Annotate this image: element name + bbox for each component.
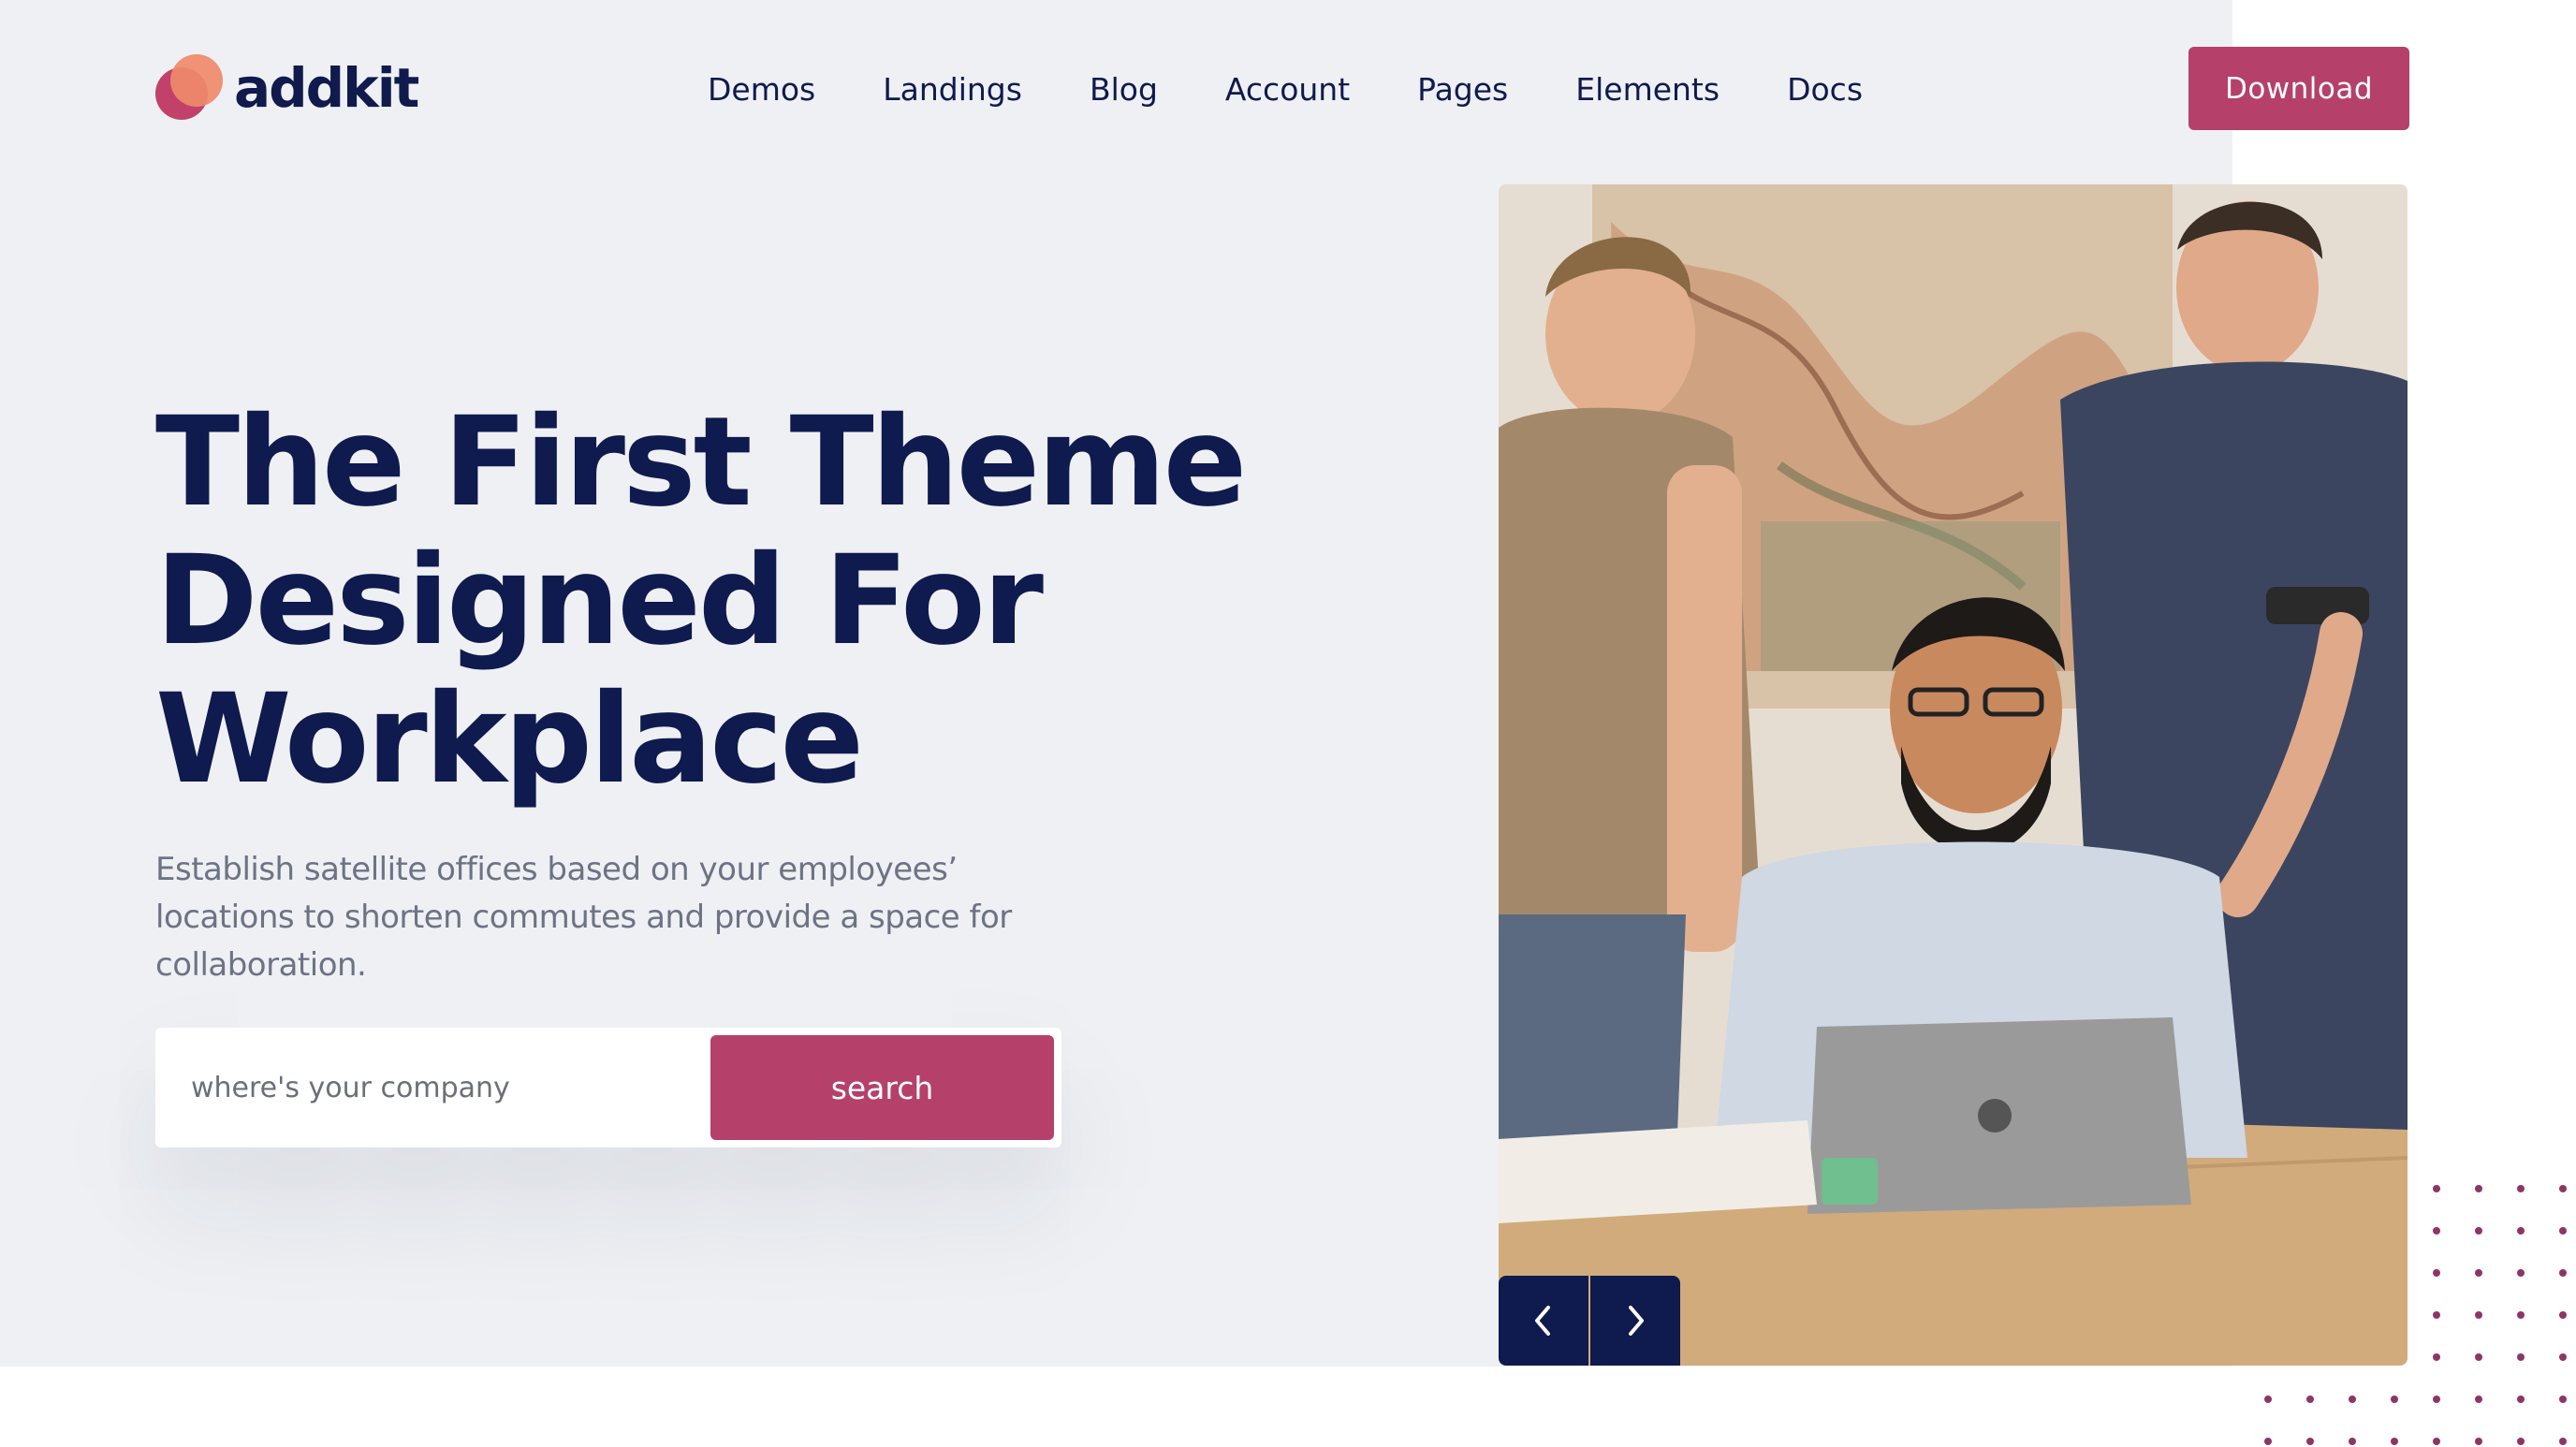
logo-mark-icon	[155, 54, 223, 122]
decorative-dot	[2559, 1311, 2567, 1319]
brand-logo[interactable]: addkit	[155, 54, 419, 122]
decorative-dot	[2559, 1438, 2567, 1445]
decorative-dot	[2306, 1438, 2314, 1445]
nav-item-docs[interactable]: Docs	[1787, 67, 1863, 112]
hero-photo	[1499, 184, 2408, 1366]
decorative-dot	[2559, 1227, 2567, 1235]
decorative-dot	[2433, 1438, 2440, 1445]
main-nav: Demos Landings Blog Account Pages Elemen…	[708, 67, 1863, 112]
decorative-dot	[2517, 1269, 2525, 1277]
decorative-dot	[2517, 1185, 2525, 1192]
carousel-controls	[1499, 1276, 1680, 1366]
decorative-dot	[2433, 1396, 2440, 1403]
decorative-dot	[2517, 1396, 2525, 1403]
hero-subtitle: Establish satellite offices based on you…	[155, 851, 1012, 984]
decorative-dot	[2433, 1311, 2440, 1319]
hero-title-line-3: Workplace	[155, 667, 864, 811]
decorative-dot	[2391, 1396, 2398, 1403]
brand-name: addkit	[234, 56, 419, 120]
decorative-dot	[2559, 1269, 2567, 1277]
nav-item-elements[interactable]: Elements	[1575, 67, 1720, 112]
decorative-dot	[2475, 1438, 2482, 1445]
decorative-dot	[2433, 1353, 2440, 1361]
decorative-dot	[2433, 1227, 2440, 1235]
decorative-dot	[2349, 1396, 2356, 1403]
decorative-dot	[2433, 1185, 2440, 1192]
decorative-dot	[2517, 1227, 2525, 1235]
decorative-dot	[2306, 1396, 2314, 1403]
carousel-prev-button[interactable]	[1499, 1276, 1588, 1366]
nav-item-blog[interactable]: Blog	[1090, 67, 1158, 112]
search-button[interactable]: search	[710, 1035, 1054, 1140]
decorative-dot	[2475, 1396, 2482, 1403]
nav-item-account[interactable]: Account	[1225, 67, 1350, 112]
decorative-dot	[2264, 1396, 2272, 1403]
nav-item-pages[interactable]: Pages	[1417, 67, 1508, 112]
decorative-dot	[2475, 1269, 2482, 1277]
decorative-dot	[2559, 1185, 2567, 1192]
hero-title-line-2: Designed For	[155, 529, 1044, 673]
nav-item-landings[interactable]: Landings	[883, 67, 1022, 112]
decorative-dot	[2264, 1438, 2272, 1445]
hero-title: The First Theme Designed For Workplace	[155, 393, 1279, 809]
decorative-dot	[2475, 1185, 2482, 1192]
decorative-dot	[2475, 1353, 2482, 1361]
chevron-left-icon	[1535, 1306, 1550, 1336]
decorative-dot	[2517, 1311, 2525, 1319]
decorative-dot	[2475, 1311, 2482, 1319]
decorative-dot	[2433, 1269, 2440, 1277]
chevron-right-icon	[1629, 1306, 1644, 1336]
company-search-input[interactable]	[155, 1028, 702, 1147]
decorative-dot	[2391, 1438, 2398, 1445]
hero-title-line-1: The First Theme	[155, 390, 1247, 534]
search-form: search	[155, 1028, 1061, 1147]
download-button[interactable]: Download	[2188, 47, 2409, 130]
decorative-dot	[2559, 1396, 2567, 1403]
decorative-dot	[2517, 1438, 2525, 1445]
decorative-dot	[2517, 1353, 2525, 1361]
decorative-dot	[2349, 1438, 2356, 1445]
carousel-next-button[interactable]	[1590, 1276, 1680, 1366]
decorative-dot	[2475, 1227, 2482, 1235]
nav-item-demos[interactable]: Demos	[708, 67, 815, 112]
decorative-dot	[2559, 1353, 2567, 1361]
